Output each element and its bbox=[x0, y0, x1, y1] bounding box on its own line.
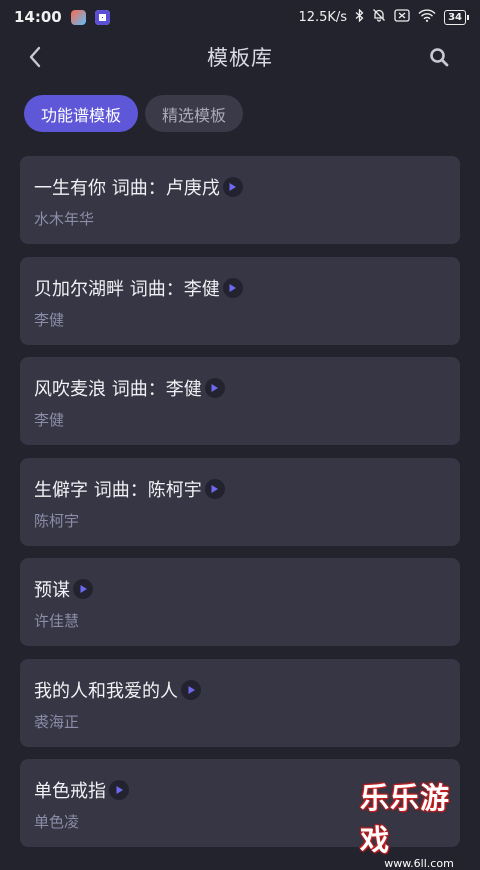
template-author: 陈柯宇 bbox=[34, 511, 80, 530]
template-title-row: 我的人和我爱的人 bbox=[34, 677, 446, 703]
tab-function-templates[interactable]: 功能谱模板 bbox=[24, 95, 139, 132]
watermark-logo-text: 乐乐游戏 bbox=[360, 780, 451, 857]
tab-featured-templates[interactable]: 精选模板 bbox=[145, 95, 244, 132]
template-title-row: 生僻字 词曲：陈柯宇 bbox=[34, 476, 446, 502]
template-title: 贝加尔湖畔 词曲：李健 bbox=[34, 278, 220, 300]
template-author: 水木年华 bbox=[34, 210, 95, 228]
status-bar-left: 14:00 bbox=[14, 8, 110, 26]
site-watermark: 乐乐游戏 www.6ll.com bbox=[360, 781, 478, 870]
play-icon bbox=[80, 585, 87, 593]
page-title: 模板库 bbox=[207, 46, 273, 70]
template-author: 李健 bbox=[34, 411, 65, 429]
status-bar-right: 12.5K/s 34 bbox=[298, 7, 469, 26]
template-card[interactable]: 我的人和我爱的人 裘海正 bbox=[20, 658, 460, 747]
template-title-row: 贝加尔湖畔 词曲：李健 bbox=[34, 275, 446, 301]
play-button[interactable] bbox=[204, 378, 225, 398]
search-icon bbox=[430, 48, 449, 67]
template-title: 风吹麦浪 词曲：李健 bbox=[34, 379, 202, 400]
template-tabs: 功能谱模板 精选模板 bbox=[24, 95, 244, 132]
network-speed: 12.5K/s bbox=[298, 9, 348, 25]
play-icon bbox=[229, 183, 237, 191]
template-title-row: 风吹麦浪 词曲：李健 bbox=[34, 375, 446, 401]
template-author: 裘海正 bbox=[34, 712, 80, 731]
play-button[interactable] bbox=[222, 177, 243, 197]
template-card[interactable]: 风吹麦浪 词曲：李健 李健 bbox=[20, 357, 460, 445]
bluetooth-icon bbox=[355, 7, 364, 26]
play-button[interactable] bbox=[109, 780, 129, 800]
template-card[interactable]: 一生有你 词曲：卢庚戌 水木年华 bbox=[20, 156, 460, 244]
play-icon bbox=[229, 283, 237, 292]
template-title: 预谋 bbox=[34, 580, 70, 601]
play-icon bbox=[211, 484, 219, 493]
template-list: 一生有你 词曲：卢庚戌 水木年华 贝加尔湖畔 词曲：李健 李健 风吹麦浪 词曲：… bbox=[20, 156, 460, 860]
search-button[interactable] bbox=[424, 42, 454, 72]
template-card[interactable]: 贝加尔湖畔 词曲：李健 李健 bbox=[20, 256, 460, 345]
play-icon bbox=[211, 384, 219, 392]
top-navigation-bar: 模板库 bbox=[0, 34, 480, 80]
app-notification-icon-2 bbox=[94, 9, 110, 25]
back-button[interactable] bbox=[20, 42, 50, 72]
wifi-icon bbox=[418, 8, 436, 26]
play-button[interactable] bbox=[73, 579, 93, 599]
play-icon bbox=[188, 685, 195, 694]
no-sim-icon bbox=[394, 8, 410, 26]
play-button[interactable] bbox=[222, 277, 243, 298]
play-button[interactable] bbox=[181, 679, 201, 700]
template-card[interactable]: 生僻字 词曲：陈柯宇 陈柯宇 bbox=[20, 457, 460, 546]
template-title: 单色戒指 bbox=[34, 781, 106, 802]
back-arrow-icon bbox=[29, 46, 41, 68]
status-bar: 14:00 12.5K/s 34 bbox=[0, 0, 480, 34]
play-icon bbox=[116, 786, 123, 794]
status-time: 14:00 bbox=[14, 8, 62, 26]
app-notification-icon bbox=[70, 9, 86, 25]
mute-bell-icon bbox=[372, 8, 386, 26]
template-author: 李健 bbox=[34, 310, 65, 329]
template-title-row: 一生有你 词曲：卢庚戌 bbox=[34, 174, 446, 200]
watermark-url: www.6ll.com bbox=[384, 856, 454, 870]
template-title: 一生有你 词曲：卢庚戌 bbox=[34, 178, 220, 199]
template-author: 许佳慧 bbox=[34, 612, 80, 630]
battery-indicator: 34 bbox=[444, 9, 469, 25]
template-card[interactable]: 预谋 许佳慧 bbox=[20, 558, 460, 646]
play-button[interactable] bbox=[204, 478, 225, 499]
template-title-row: 预谋 bbox=[34, 576, 446, 602]
template-title: 我的人和我爱的人 bbox=[34, 680, 178, 702]
template-title: 生僻字 词曲：陈柯宇 bbox=[34, 479, 202, 501]
